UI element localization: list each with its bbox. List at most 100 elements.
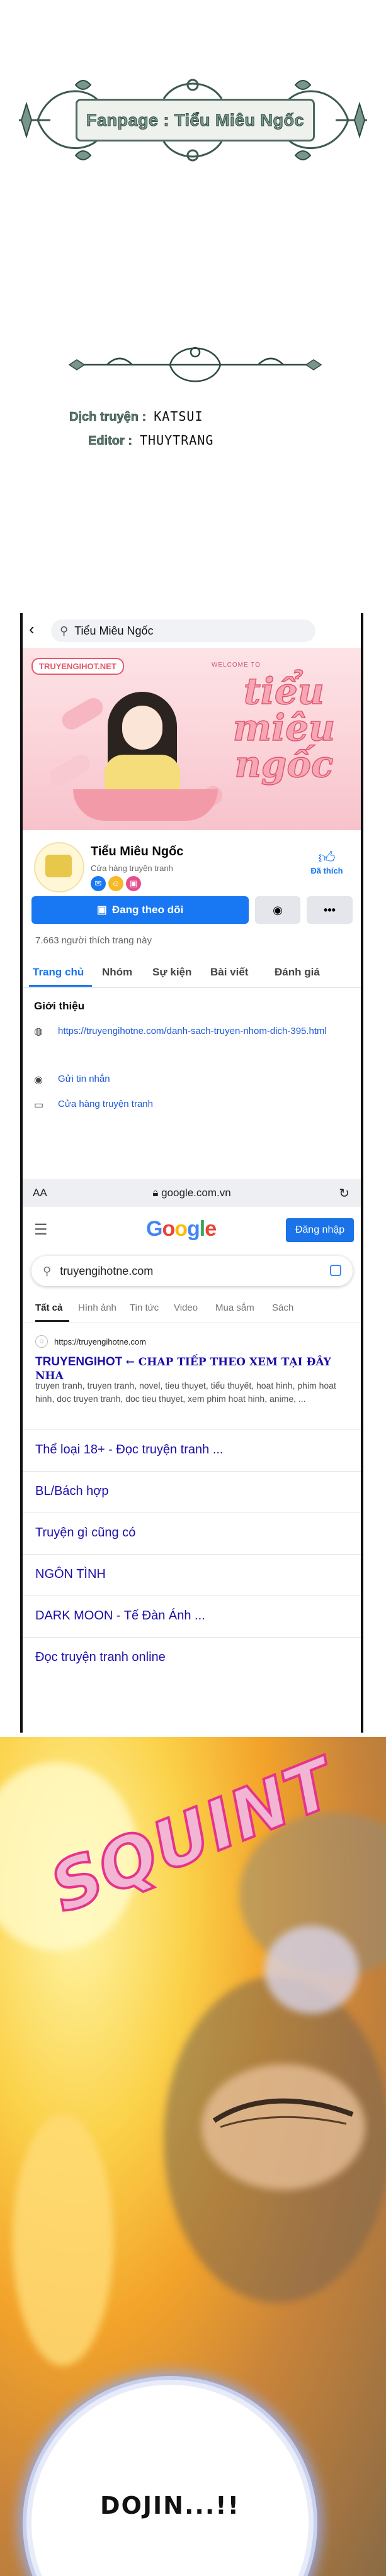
sitelink[interactable]: Truyện gì cũng có [23,1513,361,1555]
reaction-badge-icon: ☺ [108,876,123,891]
back-arrow-icon[interactable]: ‹ [29,619,35,638]
g-tab-books[interactable]: Sách [272,1302,293,1313]
speech-text: DOJIN...!! [100,2492,240,2519]
likes-count: 7.663 người thích trang này [35,935,152,946]
fire-glow [13,2114,113,2366]
sitelink-label: NGÔN TÌNH [35,1567,106,1581]
cover-photo[interactable]: TRUYENGIHOT.NET WELCOME TO tiểu miêu ngố… [23,648,361,830]
hamburger-icon[interactable]: ☰ [34,1221,48,1239]
page-avatar[interactable] [34,842,84,892]
tab-groups[interactable]: Nhóm [102,966,132,979]
messenger-icon: ◉ [34,1075,43,1085]
google-logo-letter: g [187,1217,200,1241]
sitelink-label: BL/Bách hợp [35,1484,109,1498]
search-icon: ⚲ [60,624,69,637]
result-snippet: truyen tranh, truyen tranh, novel, tieu … [35,1380,336,1404]
thumbs-up-icon: 👍︎ [318,848,336,867]
result-title-main: TRUYENGIHOT [35,1355,123,1368]
sign-in-button[interactable]: Đăng nhập [286,1218,354,1242]
tab-active-indicator [29,985,92,987]
messenger-icon: ◉ [273,903,283,916]
tab-reviews[interactable]: Đánh giá [275,966,320,979]
google-search-query: truyengihotne.com [60,1264,154,1277]
page-action-buttons: ▣ Đang theo dõi ◉ ••• [31,896,353,924]
fanpage-banner: Fanpage : Tiểu Miêu Ngốc [13,60,373,179]
messenger-button[interactable]: ◉ [255,896,300,924]
shop-badge-icon: ▣ [126,876,141,891]
following-button[interactable]: ▣ Đang theo dõi [31,896,249,924]
intro-shop-row[interactable]: ▭ Cửa hàng truyện tranh [34,1099,153,1111]
facebook-search-bar[interactable]: ⚲ Tiểu Miêu Ngốc [51,619,315,642]
intro-message[interactable]: Gửi tin nhắn [58,1074,110,1086]
intro-shop[interactable]: Cửa hàng truyện tranh [58,1099,153,1111]
g-tab-active-indicator [35,1320,69,1322]
intro-heading: Giới thiệu [34,1000,85,1012]
browser-url-bar[interactable]: AA 🔒︎ google.com.vn ↻ [23,1179,361,1207]
shop-icon: ▭ [34,1100,44,1111]
comic-panel: SQUINT DOJIN...!! [0,1737,386,2576]
credit-translator: Dịch truyện : KATSUI [69,409,203,425]
globe-icon: ◍ [34,1026,43,1037]
browser-url: 🔒︎ google.com.vn [152,1187,231,1199]
credit-editor-key: Editor : [88,434,133,448]
sitelink[interactable]: Đọc truyện tranh online [23,1637,361,1679]
page-info: Tiểu Miêu Ngốc Cửa hàng truyện tranh ✉ ☺… [23,833,361,892]
browser-url-text: google.com.vn [161,1187,231,1199]
intro-link[interactable]: https://truyengihotne.com/danh-sach-truy… [58,1025,327,1038]
cover-decoration [59,694,106,733]
sitelink-label: DARK MOON - Tế Đàn Ánh ... [35,1609,205,1623]
google-lens-icon[interactable] [330,1265,341,1276]
phone-screenshot: ‹ ⚲ Tiểu Miêu Ngốc TRUYENGIHOT.NET WELCO… [20,613,363,1733]
google-header: ☰ Google Đăng nhập [23,1207,361,1251]
g-tab-news[interactable]: Tin tức [130,1302,159,1313]
site-favicon-icon: ◌ [35,1335,48,1348]
google-logo-letter: l [199,1217,206,1241]
result-site[interactable]: ◌ https://truyengihotne.com [35,1335,146,1348]
result-site-url: https://truyengihotne.com [54,1336,146,1346]
page-name[interactable]: Tiểu Miêu Ngốc [91,845,183,859]
g-tab-images[interactable]: Hình ảnh [78,1302,116,1313]
cover-girl-face [122,706,162,750]
facebook-search-text: Tiểu Miêu Ngốc [74,624,154,637]
cover-bowl [73,789,218,821]
google-logo: Google [146,1217,217,1241]
google-logo-letter: G [146,1217,162,1241]
facebook-top-bar: ‹ ⚲ Tiểu Miêu Ngốc [23,613,361,645]
more-button[interactable]: ••• [307,896,353,924]
fanpage-label: Fanpage : Tiểu Miêu Ngốc [86,110,305,130]
tab-home[interactable]: Trang chủ [33,966,84,979]
page-tabs: Trang chủ Nhóm Sự kiện Bài viết Đánh giá [23,956,361,988]
google-search-bar[interactable]: ⚲ truyengihotne.com [31,1256,353,1286]
messenger-badge-icon: ✉ [91,876,106,891]
credit-translator-key: Dịch truyện : [69,410,147,425]
face-area [264,1926,359,2014]
tab-events[interactable]: Sự kiện [152,966,191,979]
g-tab-shopping[interactable]: Mua sắm [215,1302,254,1313]
credit-translator-value: KATSUI [154,409,203,424]
sitelink-label: Truyện gì cũng có [35,1526,136,1540]
credit-editor-value: THUYTRANG [140,433,214,448]
liked-button[interactable]: 👍︎ Đã thích [305,848,349,875]
search-icon: ⚲ [43,1264,52,1277]
tab-posts[interactable]: Bài viết [210,966,248,979]
sitelink[interactable]: NGÔN TÌNH [23,1554,361,1596]
sitelink[interactable]: DARK MOON - Tế Đàn Ánh ... [23,1596,361,1638]
phone-screen: ‹ ⚲ Tiểu Miêu Ngốc TRUYENGIHOT.NET WELCO… [23,613,361,1733]
liked-label: Đã thích [310,866,343,875]
credits-ornament [68,347,322,382]
sitelink-label: Thể loại 18+ - Đọc truyện tranh ... [35,1443,224,1457]
sitelink[interactable]: Thể loại 18+ - Đọc truyện tranh ... [23,1430,361,1472]
speech-burst: DOJIN...!! [31,2385,309,2576]
page-category: Cửa hàng truyện tranh [91,863,173,873]
google-tabs: Tất cả Hình ảnh Tin tức Video Mua sắm Sá… [23,1297,361,1323]
g-tab-all[interactable]: Tất cả [35,1302,62,1313]
sitelink[interactable]: BL/Bách hợp [23,1471,361,1513]
cover-welcome: WELCOME TO [212,662,261,669]
google-logo-letter: o [174,1217,188,1241]
reload-icon[interactable]: ↻ [339,1185,349,1201]
following-label: Đang theo dõi [111,904,184,916]
intro-message-row[interactable]: ◉ Gửi tin nhắn [34,1074,110,1086]
follow-icon: ▣ [96,904,107,916]
g-tab-video[interactable]: Video [174,1302,198,1313]
intro-link-row[interactable]: ◍ https://truyengihotne.com/danh-sach-tr… [34,1025,349,1038]
